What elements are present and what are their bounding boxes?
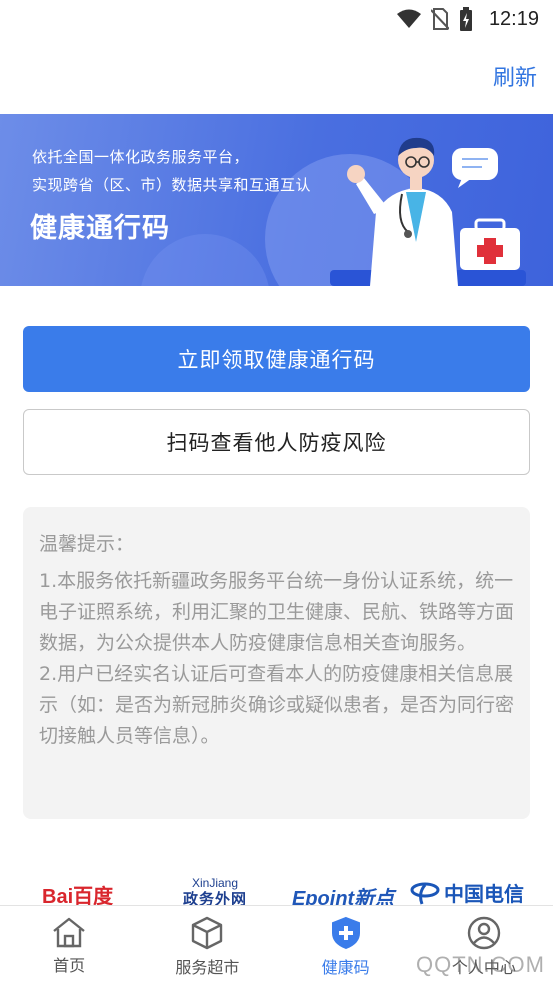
- refresh-button[interactable]: 刷新: [493, 60, 537, 92]
- tips-item-2: 2.用户已经实名认证后可查看本人的防疫健康相关信息展示（如：是否为新冠肺炎确诊或…: [39, 663, 515, 747]
- banner-subtitle-line1: 依托全国一体化政务服务平台，: [32, 148, 250, 166]
- telecom-emblem-icon: [410, 882, 440, 905]
- home-icon: [53, 917, 85, 948]
- tab-health-code[interactable]: 健康码: [277, 906, 415, 983]
- shield-plus-icon: [331, 916, 360, 950]
- user-icon: [467, 916, 501, 950]
- partner-logos: Bai百度 XinJiang 政务外网 Epoint新点 中国电信: [0, 872, 553, 910]
- tab-service-market[interactable]: 服务超市: [138, 906, 276, 983]
- tab-home-label: 首页: [53, 956, 86, 975]
- tips-panel: 温馨提示： 1.本服务依托新疆政务服务平台统一身份认证系统，统一电子证照系统，利…: [23, 507, 530, 819]
- clock: 12:19: [488, 7, 539, 30]
- doctor-illustration: [330, 137, 526, 286]
- tips-item-1: 1.本服务依托新疆政务服务平台统一身份认证系统，统一电子证照系统，利用汇聚的卫生…: [39, 570, 515, 654]
- telecom-logo-text: 中国电信: [444, 881, 524, 906]
- header: 刷新: [0, 38, 553, 114]
- scan-others-risk-button[interactable]: 扫码查看他人防疫风险: [23, 409, 530, 475]
- tips-title: 温馨提示：: [39, 533, 135, 555]
- banner-subtitle-line2: 实现跨省（区、市）数据共享和互通互认: [32, 176, 312, 194]
- cube-icon: [192, 916, 223, 950]
- get-health-code-button[interactable]: 立即领取健康通行码: [23, 326, 530, 392]
- wifi-icon: [396, 9, 421, 28]
- watermark: QQTN.COM: [416, 952, 545, 977]
- tab-home[interactable]: 首页: [0, 906, 138, 983]
- xinjiang-logo-en: XinJiang: [191, 876, 239, 890]
- banner-title: 健康通行码: [30, 213, 170, 244]
- battery-charging-icon: [459, 7, 472, 31]
- banner: 依托全国一体化政务服务平台， 实现跨省（区、市）数据共享和互通互认 健康通行码: [0, 114, 553, 286]
- no-sim-icon: [430, 8, 449, 30]
- tab-service-market-label: 服务超市: [175, 958, 240, 977]
- status-bar: 12:19: [0, 0, 553, 38]
- tab-health-code-label: 健康码: [321, 958, 370, 977]
